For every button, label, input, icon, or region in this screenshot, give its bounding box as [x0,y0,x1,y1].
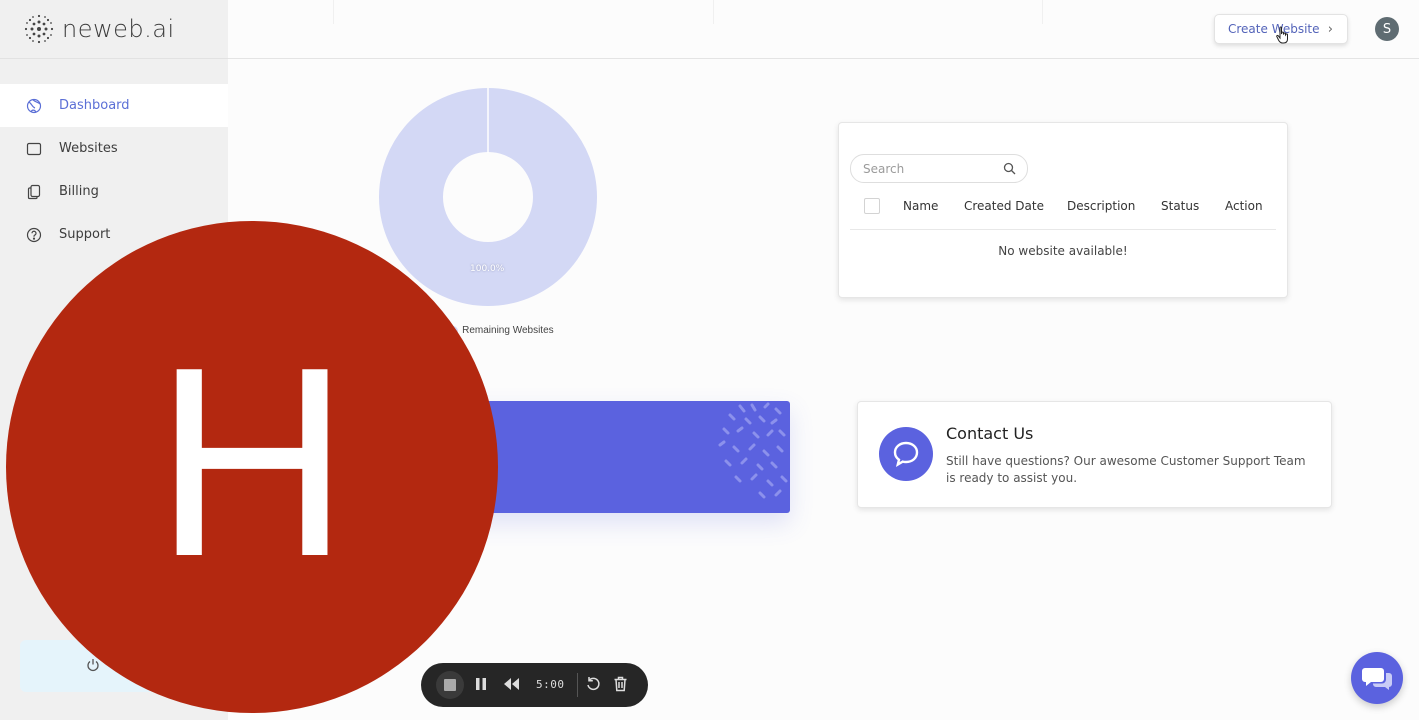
hand-cursor-icon [1276,26,1288,44]
browser-window-icon [26,142,42,155]
select-all-checkbox[interactable] [864,198,880,214]
logo-mark-icon [24,14,54,44]
column-header-name[interactable]: Name [903,199,938,213]
sidebar-item-billing[interactable]: Billing [0,170,228,213]
presenter-initial: H [154,312,350,613]
trash-icon[interactable] [613,676,628,692]
recording-timer: 5:00 [536,678,565,691]
contact-description: Still have questions? Our awesome Custom… [946,454,1306,485]
empty-state-message: No website available! [998,244,1128,258]
power-icon [87,659,99,672]
restart-icon[interactable] [586,676,601,692]
chat-bubble-icon [893,441,919,467]
column-header-status[interactable]: Status [1161,199,1199,213]
brand-logo[interactable]: neweb.ai [22,12,175,46]
header-border [228,58,1419,59]
help-circle-icon [26,227,42,242]
header-divider [1042,0,1043,24]
user-avatar[interactable]: S [1375,17,1399,41]
websites-table-card: Name Created Date Description Status Act… [838,122,1288,298]
chat-bubbles-icon [1362,668,1392,690]
websites-donut-chart [378,87,598,311]
globe-icon [26,98,42,113]
controls-separator [577,673,578,697]
create-website-label: Create Website [1228,22,1320,36]
table-header: Name Created Date Description Status Act… [850,197,1276,230]
sidebar-item-label: Support [59,227,111,242]
sidebar-item-label: Billing [59,184,99,199]
search-input[interactable] [861,161,1005,177]
stop-icon[interactable] [436,671,464,699]
column-header-action[interactable]: Action [1225,199,1263,213]
brand-name: neweb.ai [62,15,175,43]
search-icon[interactable] [1003,162,1016,175]
column-header-created-date[interactable]: Created Date [964,199,1044,213]
header-divider [713,0,714,24]
contact-title: Contact Us [946,424,1034,443]
column-header-description[interactable]: Description [1067,199,1135,213]
sidebar-item-label: Dashboard [59,98,130,113]
documents-icon [27,184,41,199]
donut-svg [379,88,597,306]
pause-icon[interactable] [475,677,487,691]
search-box [850,154,1028,183]
header-divider [333,0,334,24]
sidebar-item-websites[interactable]: Websites [0,127,228,170]
rewind-icon[interactable] [503,677,520,691]
sidebar-item-label: Websites [59,141,118,156]
sidebar-divider [0,58,228,59]
presenter-avatar-overlay: H [6,221,498,713]
legend-item[interactable]: Remaining Websites [448,325,554,336]
contact-us-card[interactable]: Contact Us Still have questions? Our awe… [857,401,1332,508]
sidebar-item-dashboard[interactable]: Dashboard [0,84,228,127]
decorative-pattern-icon [718,402,788,499]
chat-widget-button[interactable] [1351,652,1403,704]
chevron-right-icon: › [1327,22,1333,37]
promo-card[interactable]: e [460,401,790,513]
donut-percent-label: 100.0% [470,264,505,274]
legend-label: Remaining Websites [462,325,554,336]
recording-controls: 5:00 [421,663,648,707]
contact-icon-badge [879,427,933,481]
